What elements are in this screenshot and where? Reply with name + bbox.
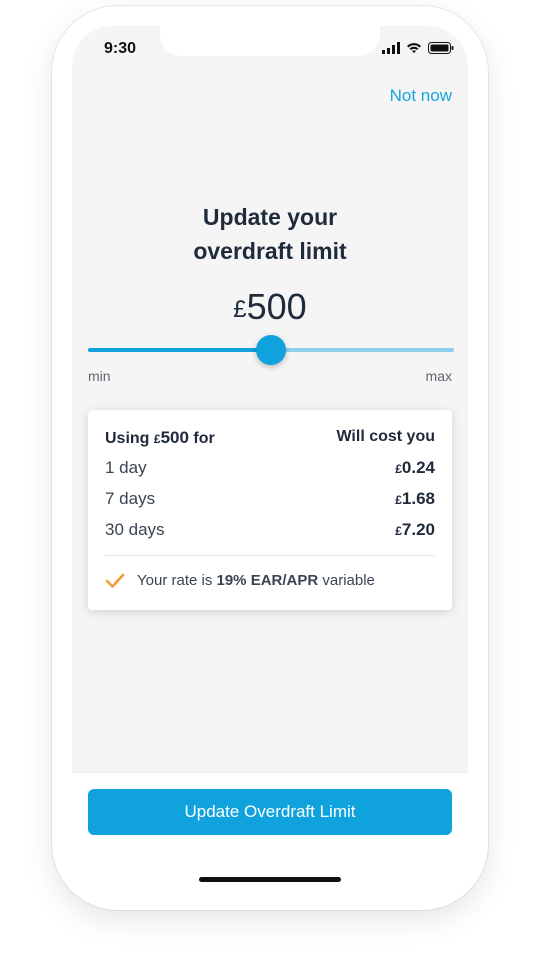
cost-row-value: £7.20 (395, 520, 435, 540)
page-title: Update your overdraft limit (72, 200, 468, 268)
cost-row-currency: £ (395, 493, 402, 507)
cost-row-amount: 1.68 (401, 489, 435, 508)
slider-track-filled (88, 348, 271, 352)
bottom-bar: Update Overdraft Limit (72, 772, 468, 890)
page-title-line-1: Update your (202, 204, 338, 230)
rate-text: Your rate is 19% EAR/APR variable (137, 572, 375, 589)
cost-card: Using £500 for Will cost you 1 day £0.24… (88, 410, 452, 610)
cost-row-period: 30 days (105, 520, 165, 539)
checkmark-icon (105, 573, 125, 588)
home-indicator (199, 877, 341, 882)
cost-row-value: £0.24 (395, 458, 435, 478)
cost-row-currency: £ (395, 524, 402, 538)
status-icons (382, 42, 454, 54)
card-header-amount: 500 (160, 428, 189, 447)
notch (160, 26, 380, 56)
card-header-suffix: for (188, 430, 215, 447)
slider-min-label: min (88, 368, 111, 384)
slider-max-label: max (425, 368, 452, 384)
page-title-line-2: overdraft limit (193, 238, 347, 264)
cost-row: 30 days £7.20 (105, 520, 435, 544)
cost-row-amount: 0.24 (401, 458, 435, 477)
rate-info: Your rate is 19% EAR/APR variable (105, 572, 375, 589)
cost-row-period: 1 day (105, 458, 147, 477)
card-header-prefix: Using (105, 430, 154, 447)
rate-value: 19% EAR/APR (216, 572, 319, 589)
cost-row-value: £1.68 (395, 489, 435, 509)
update-overdraft-button[interactable]: Update Overdraft Limit (88, 789, 452, 835)
rate-prefix: Your rate is (137, 572, 217, 589)
cost-row: 7 days £1.68 (105, 489, 435, 513)
slider-thumb[interactable] (256, 335, 286, 365)
cost-card-header-right: Will cost you (336, 428, 435, 445)
battery-icon (428, 42, 454, 54)
overdraft-amount: £500 (72, 286, 468, 328)
overdraft-slider[interactable] (88, 335, 454, 365)
cost-row-amount: 7.20 (401, 520, 435, 539)
cost-row: 1 day £0.24 (105, 458, 435, 482)
app-screen: 9:30 Not now Update your overdraft limit… (72, 26, 468, 890)
amount-currency: £ (233, 296, 247, 323)
card-header-currency: £ (153, 432, 161, 446)
slider-track-empty (271, 348, 454, 352)
cost-row-currency: £ (395, 462, 402, 476)
rate-suffix: variable (318, 572, 375, 589)
status-time: 9:30 (104, 40, 137, 57)
card-divider (105, 555, 435, 556)
cost-row-period: 7 days (105, 489, 156, 508)
not-now-link[interactable]: Not now (390, 86, 452, 106)
wifi-icon (407, 43, 421, 53)
signal-icon (382, 42, 400, 54)
cost-card-header: Using £500 for (105, 428, 215, 448)
amount-value: 500 (246, 286, 307, 327)
